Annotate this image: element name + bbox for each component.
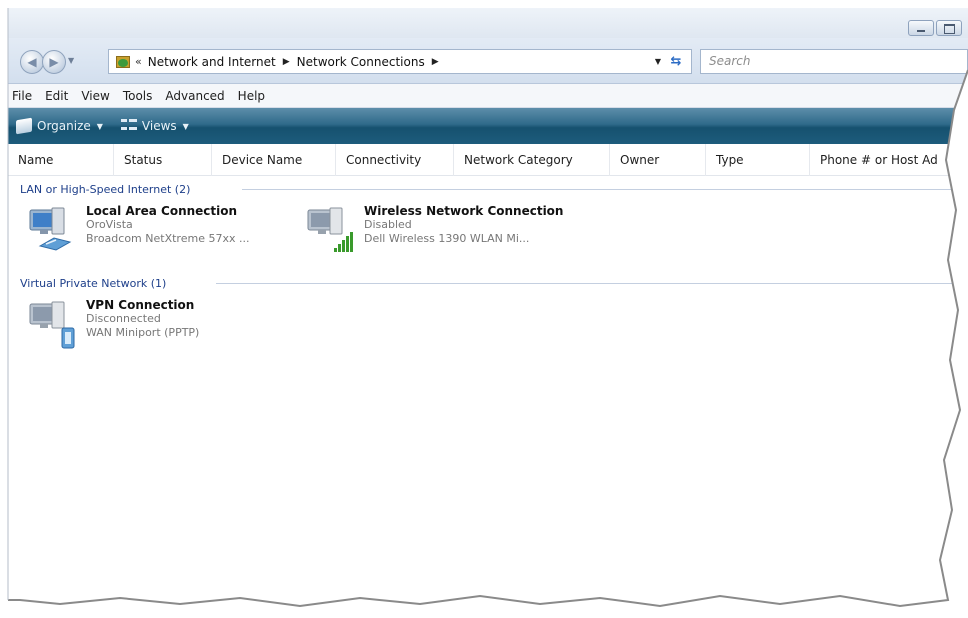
torn-edge-overlay	[0, 0, 968, 618]
screenshot-stage: ◀ ▶ ▼ « Network and Internet ▶ Network C…	[0, 0, 968, 618]
